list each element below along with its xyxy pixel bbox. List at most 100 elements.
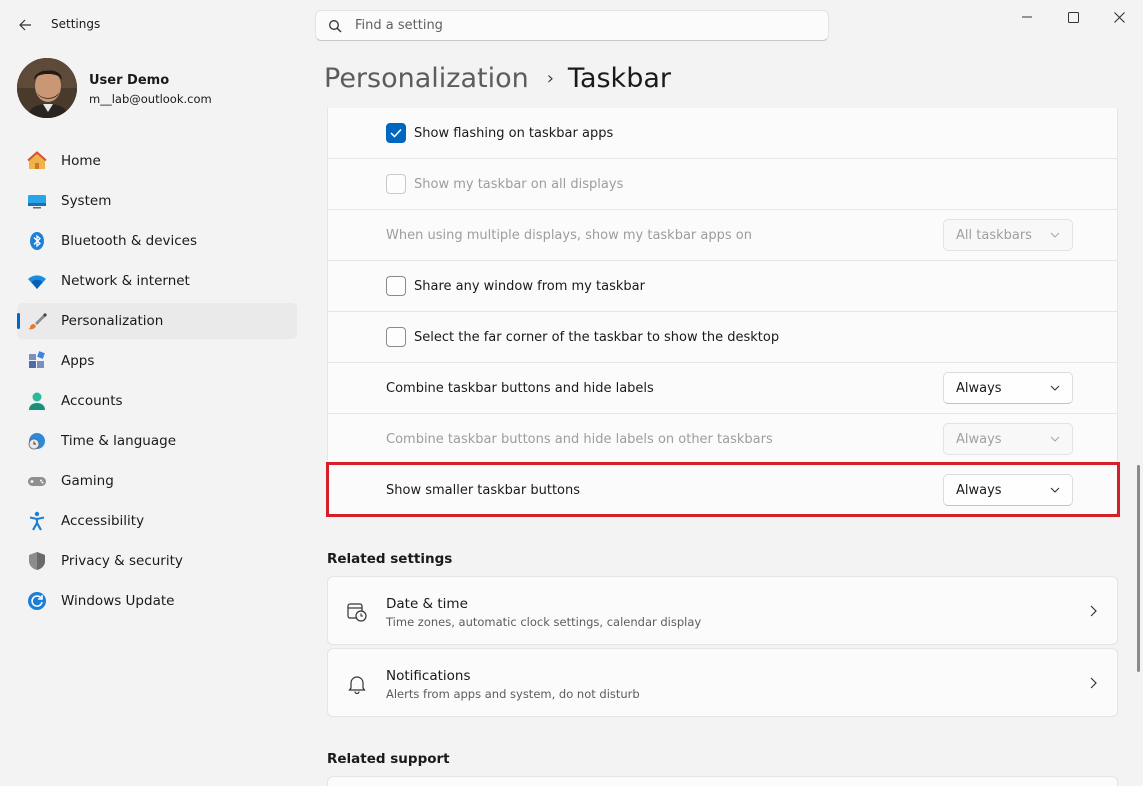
setting-label: When using multiple displays, show my ta… bbox=[386, 227, 752, 243]
dropdown-value: Always bbox=[956, 431, 1002, 447]
related-settings-heading: Related settings bbox=[327, 551, 453, 567]
search-placeholder: Find a setting bbox=[355, 18, 443, 33]
date-time-link-card[interactable]: Date & time Time zones, automatic clock … bbox=[327, 576, 1118, 645]
related-support-card[interactable] bbox=[327, 776, 1118, 786]
search-icon bbox=[327, 18, 343, 34]
combine-buttons-dropdown[interactable]: Always bbox=[943, 372, 1073, 404]
user-avatar-icon bbox=[17, 58, 77, 118]
setting-label: Show my taskbar on all displays bbox=[414, 176, 624, 192]
person-icon bbox=[27, 391, 47, 411]
close-button[interactable] bbox=[1096, 0, 1142, 34]
related-support-heading: Related support bbox=[327, 751, 450, 767]
sidebar-item-label: Accessibility bbox=[61, 513, 145, 529]
sidebar-item-label: System bbox=[61, 193, 112, 209]
sidebar-item-personalization[interactable]: Personalization bbox=[17, 303, 297, 339]
setting-label: Show flashing on taskbar apps bbox=[414, 125, 614, 141]
chevron-down-icon bbox=[1050, 230, 1060, 240]
far-corner-checkbox[interactable] bbox=[386, 327, 406, 347]
bell-icon bbox=[346, 673, 368, 695]
setting-row-far-corner: Select the far corner of the taskbar to … bbox=[327, 312, 1118, 363]
wifi-icon bbox=[27, 271, 47, 291]
sidebar-item-label: Time & language bbox=[61, 433, 177, 449]
title-bar: Settings Find a setting bbox=[0, 0, 1143, 50]
sidebar-item-accounts[interactable]: Accounts bbox=[17, 383, 297, 419]
notifications-link-card[interactable]: Notifications Alerts from apps and syste… bbox=[327, 648, 1118, 717]
sidebar-item-accessibility[interactable]: Accessibility bbox=[17, 503, 297, 539]
search-box[interactable]: Find a setting bbox=[315, 10, 829, 41]
setting-label: Combine taskbar buttons and hide labels bbox=[386, 380, 654, 396]
sidebar-item-label: Bluetooth & devices bbox=[61, 233, 198, 249]
sidebar-item-time-language[interactable]: Time & language bbox=[17, 423, 297, 459]
setting-row-show-flashing: Show flashing on taskbar apps bbox=[327, 108, 1118, 159]
card-subtitle: Alerts from apps and system, do not dist… bbox=[386, 687, 640, 701]
sidebar-nav: Home System Bluetooth & devices Network … bbox=[17, 143, 297, 623]
sidebar-item-label: Home bbox=[61, 153, 101, 169]
chevron-right-icon bbox=[1087, 604, 1099, 618]
vertical-scrollbar[interactable] bbox=[1137, 465, 1140, 672]
dropdown-value: Always bbox=[956, 482, 1002, 498]
setting-row-show-all-displays: Show my taskbar on all displays bbox=[327, 159, 1118, 210]
chevron-down-icon bbox=[1050, 485, 1060, 495]
setting-row-smaller-buttons: Show smaller taskbar buttons Always bbox=[327, 465, 1118, 516]
share-window-checkbox[interactable] bbox=[386, 276, 406, 296]
home-icon bbox=[27, 151, 47, 171]
dropdown-value: All taskbars bbox=[956, 227, 1032, 243]
minimize-icon bbox=[1022, 16, 1032, 18]
sidebar-item-gaming[interactable]: Gaming bbox=[17, 463, 297, 499]
avatar[interactable] bbox=[17, 58, 77, 118]
bluetooth-icon bbox=[27, 231, 47, 251]
setting-row-combine-buttons: Combine taskbar buttons and hide labels … bbox=[327, 363, 1118, 414]
combine-other-dropdown[interactable]: Always bbox=[943, 423, 1073, 455]
sidebar-item-bluetooth[interactable]: Bluetooth & devices bbox=[17, 223, 297, 259]
card-title: Date & time bbox=[386, 596, 468, 612]
paintbrush-icon bbox=[27, 311, 47, 331]
globe-clock-icon bbox=[27, 431, 47, 451]
setting-label: Select the far corner of the taskbar to … bbox=[414, 329, 780, 345]
breadcrumb-parent-link[interactable]: Personalization bbox=[324, 63, 529, 94]
setting-row-combine-other: Combine taskbar buttons and hide labels … bbox=[327, 414, 1118, 465]
sidebar-item-label: Network & internet bbox=[61, 273, 190, 289]
sidebar-item-system[interactable]: System bbox=[17, 183, 297, 219]
accessibility-icon bbox=[27, 511, 47, 531]
page-title: Taskbar bbox=[567, 62, 671, 94]
card-subtitle: Time zones, automatic clock settings, ca… bbox=[386, 615, 702, 629]
setting-label: Combine taskbar buttons and hide labels … bbox=[386, 431, 773, 447]
smaller-buttons-dropdown[interactable]: Always bbox=[943, 474, 1073, 506]
user-name: User Demo bbox=[89, 73, 170, 88]
show-all-displays-checkbox[interactable] bbox=[386, 174, 406, 194]
chevron-down-icon bbox=[1050, 434, 1060, 444]
setting-label: Share any window from my taskbar bbox=[414, 278, 645, 294]
breadcrumb-separator: › bbox=[546, 67, 554, 89]
back-arrow-icon bbox=[19, 19, 31, 31]
show-flashing-checkbox[interactable] bbox=[386, 123, 406, 143]
gamepad-icon bbox=[27, 471, 47, 491]
sidebar-item-windows-update[interactable]: Windows Update bbox=[17, 583, 297, 619]
sidebar-item-label: Accounts bbox=[61, 393, 123, 409]
sidebar-item-network[interactable]: Network & internet bbox=[17, 263, 297, 299]
sidebar-item-privacy[interactable]: Privacy & security bbox=[17, 543, 297, 579]
multiple-displays-dropdown[interactable]: All taskbars bbox=[943, 219, 1073, 251]
close-icon bbox=[1113, 11, 1125, 23]
selection-indicator bbox=[17, 313, 20, 329]
chevron-right-icon bbox=[1087, 676, 1099, 690]
shield-icon bbox=[27, 551, 47, 571]
sidebar-item-label: Gaming bbox=[61, 473, 114, 489]
checkmark-icon bbox=[390, 128, 402, 138]
back-button[interactable] bbox=[14, 14, 36, 36]
sidebar-item-label: Privacy & security bbox=[61, 553, 183, 569]
user-email: m__lab@outlook.com bbox=[89, 92, 212, 106]
sidebar-item-label: Windows Update bbox=[61, 593, 175, 609]
setting-label: Show smaller taskbar buttons bbox=[386, 482, 581, 498]
sidebar-item-home[interactable]: Home bbox=[17, 143, 297, 179]
sidebar-item-label: Apps bbox=[61, 353, 95, 369]
minimize-button[interactable] bbox=[1004, 0, 1050, 34]
taskbar-behaviors-list: Show flashing on taskbar apps Show my ta… bbox=[327, 108, 1118, 516]
apps-icon bbox=[27, 351, 47, 371]
maximize-button[interactable] bbox=[1050, 0, 1096, 34]
chevron-down-icon bbox=[1050, 383, 1060, 393]
maximize-icon bbox=[1067, 11, 1079, 23]
sidebar-item-apps[interactable]: Apps bbox=[17, 343, 297, 379]
update-icon bbox=[27, 591, 47, 611]
breadcrumb: Personalization › Taskbar bbox=[324, 58, 671, 98]
card-title: Notifications bbox=[386, 668, 471, 684]
